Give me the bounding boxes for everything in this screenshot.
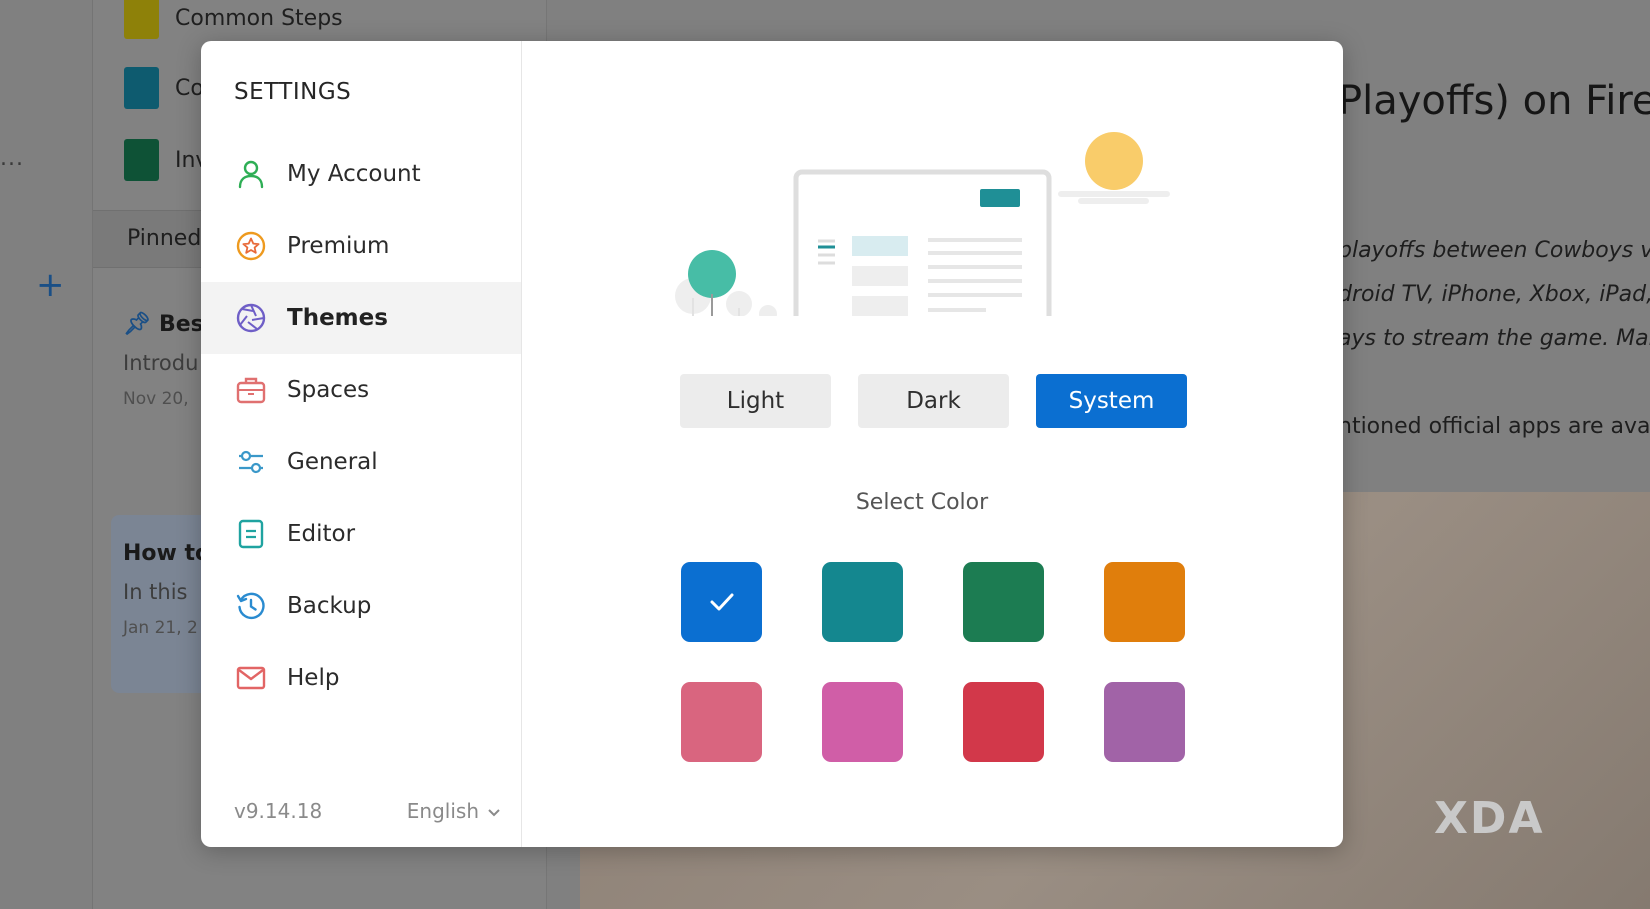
app-rail: ... + (0, 0, 93, 909)
document-icon (235, 518, 267, 550)
notebook-color-square (124, 139, 159, 181)
article-line: ntioned official apps are avai (1338, 414, 1650, 439)
pin-icon: 📌︎ (123, 312, 151, 337)
notebook-color-square (124, 0, 159, 39)
note-title: Bes (158, 312, 204, 337)
sun-icon (1058, 132, 1170, 204)
add-icon[interactable]: + (36, 268, 65, 302)
notebook-label: Common Steps (175, 5, 343, 31)
mail-icon (235, 662, 267, 694)
system-mode-button[interactable]: System (1036, 374, 1187, 428)
notebook-item[interactable]: Co (124, 67, 204, 109)
color-swatch-pink[interactable] (822, 682, 903, 762)
color-swatch-blue[interactable] (681, 562, 762, 642)
themes-panel: Light Dark System Select Color (522, 41, 1343, 847)
nav-item-general[interactable]: General (201, 426, 521, 498)
nav-item-editor[interactable]: Editor (201, 498, 521, 570)
xda-watermark: XDA (1434, 793, 1545, 844)
article-line: droid TV, iPhone, Xbox, iPad, a (1338, 282, 1650, 307)
nav-label: My Account (287, 161, 421, 187)
nav-item-premium[interactable]: Premium (201, 210, 521, 282)
color-swatch-grid (681, 562, 1185, 762)
sidebar-footer: v9.14.18 English (234, 799, 501, 823)
article-line: playoffs between Cowboys v (1338, 238, 1650, 263)
light-mode-button[interactable]: Light (680, 374, 831, 428)
color-swatch-rose[interactable] (681, 682, 762, 762)
version-label: v9.14.18 (234, 799, 323, 823)
nav-item-my-account[interactable]: My Account (201, 138, 521, 210)
chevron-down-icon (487, 799, 501, 823)
notebook-item[interactable]: Inv (124, 139, 208, 181)
color-swatch-purple[interactable] (1104, 682, 1185, 762)
article-line: ays to stream the game. Mak (1338, 326, 1650, 351)
pinned-label: Pinned (127, 226, 202, 251)
nav-label: Premium (287, 233, 390, 259)
color-swatch-orange[interactable] (1104, 562, 1185, 642)
nav-item-spaces[interactable]: Spaces (201, 354, 521, 426)
star-badge-icon (235, 230, 267, 262)
nav-label: Editor (287, 521, 356, 547)
nav-item-themes[interactable]: Themes (201, 282, 521, 354)
briefcase-icon (235, 374, 267, 406)
language-select[interactable]: English (407, 799, 501, 823)
color-swatch-green[interactable] (963, 562, 1044, 642)
select-color-label: Select Color (855, 490, 989, 515)
nav-item-backup[interactable]: Backup (201, 570, 521, 642)
history-icon (235, 590, 267, 622)
more-icon[interactable]: ... (0, 146, 24, 171)
nav-label: Help (287, 665, 340, 691)
article-title: Playoffs) on Fire (1338, 78, 1650, 124)
aperture-icon (235, 302, 267, 334)
nav-label: Spaces (287, 377, 370, 403)
sliders-icon (235, 446, 267, 478)
theme-illustration (675, 132, 1170, 316)
settings-sidebar: SETTINGS My Account Premium Themes Space… (201, 41, 522, 847)
trees-icon (675, 250, 777, 316)
nav-item-help[interactable]: Help (201, 642, 521, 714)
window-mockup (793, 169, 1052, 316)
language-label: English (406, 799, 479, 823)
settings-modal: SETTINGS My Account Premium Themes Space… (201, 41, 1343, 847)
settings-title: SETTINGS (234, 79, 352, 105)
notebook-color-square (124, 67, 159, 109)
notebook-label: Co (175, 75, 204, 101)
nav-label: Themes (287, 305, 388, 331)
notebook-item[interactable]: Common Steps (124, 0, 343, 39)
nav-label: General (287, 449, 378, 475)
theme-mode-selector: Light Dark System (680, 374, 1187, 428)
user-icon (235, 158, 267, 190)
color-swatch-teal[interactable] (822, 562, 903, 642)
settings-nav: My Account Premium Themes Spaces General… (201, 138, 521, 714)
color-swatch-red[interactable] (963, 682, 1044, 762)
nav-label: Backup (287, 593, 372, 619)
checkmark-icon (710, 593, 733, 611)
dark-mode-button[interactable]: Dark (858, 374, 1009, 428)
